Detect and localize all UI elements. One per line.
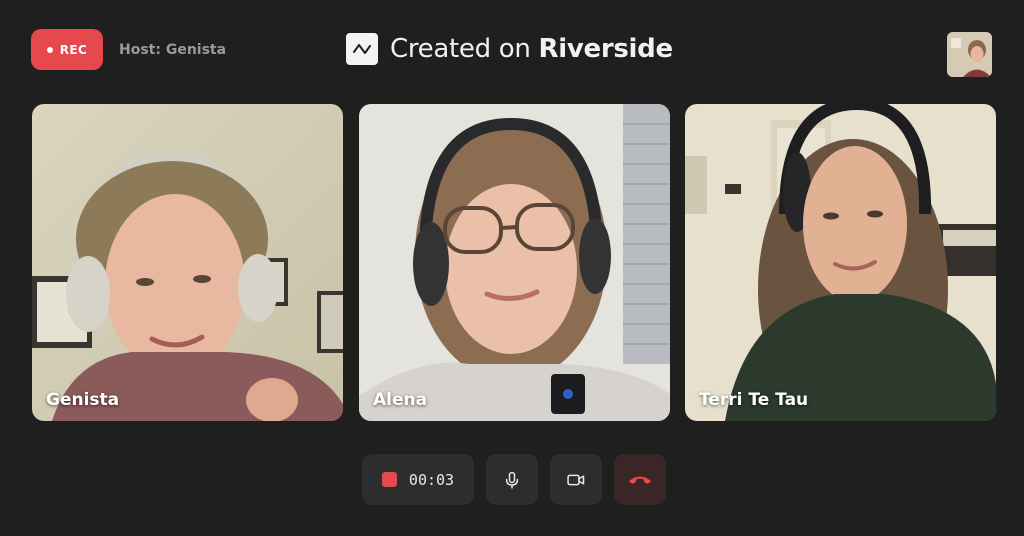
participant-video-feed [685,104,996,421]
participant-name: Terri Te Tau [699,390,809,410]
record-dot-icon [46,46,53,53]
brand-title: Created on Riverside [390,34,673,64]
brand-prefix: Created on [390,34,539,64]
self-view-avatar [947,32,992,77]
recording-timer: 00:03 [408,470,455,489]
brand-header: Created on Riverside [346,31,673,67]
self-view-thumbnail[interactable] [947,32,992,77]
participant-tile-terri-te-tau[interactable]: Terri Te Tau [685,104,996,421]
participant-name: Genista [46,390,120,410]
microphone-icon [505,471,519,489]
recording-label: REC [59,42,88,57]
phone-hangup-icon [629,476,651,484]
recording-badge: REC [31,29,103,70]
participant-video-feed [32,104,343,421]
stop-recording-button[interactable]: 00:03 [362,454,474,505]
brand-name: Riverside [538,34,674,64]
leave-call-button[interactable] [614,454,666,505]
participant-tile-genista[interactable]: Genista [32,104,343,421]
microphone-button[interactable] [486,454,538,505]
participant-tile-alena[interactable]: Alena [359,104,670,421]
participant-name: Alena [373,390,428,410]
camera-button[interactable] [550,454,602,505]
riverside-logo-icon [346,33,378,65]
video-camera-icon [567,474,585,485]
participant-video-feed [359,104,670,421]
stop-icon [381,472,397,487]
host-label: Host: Genista [119,42,227,58]
call-controls: 00:03 [362,454,666,505]
